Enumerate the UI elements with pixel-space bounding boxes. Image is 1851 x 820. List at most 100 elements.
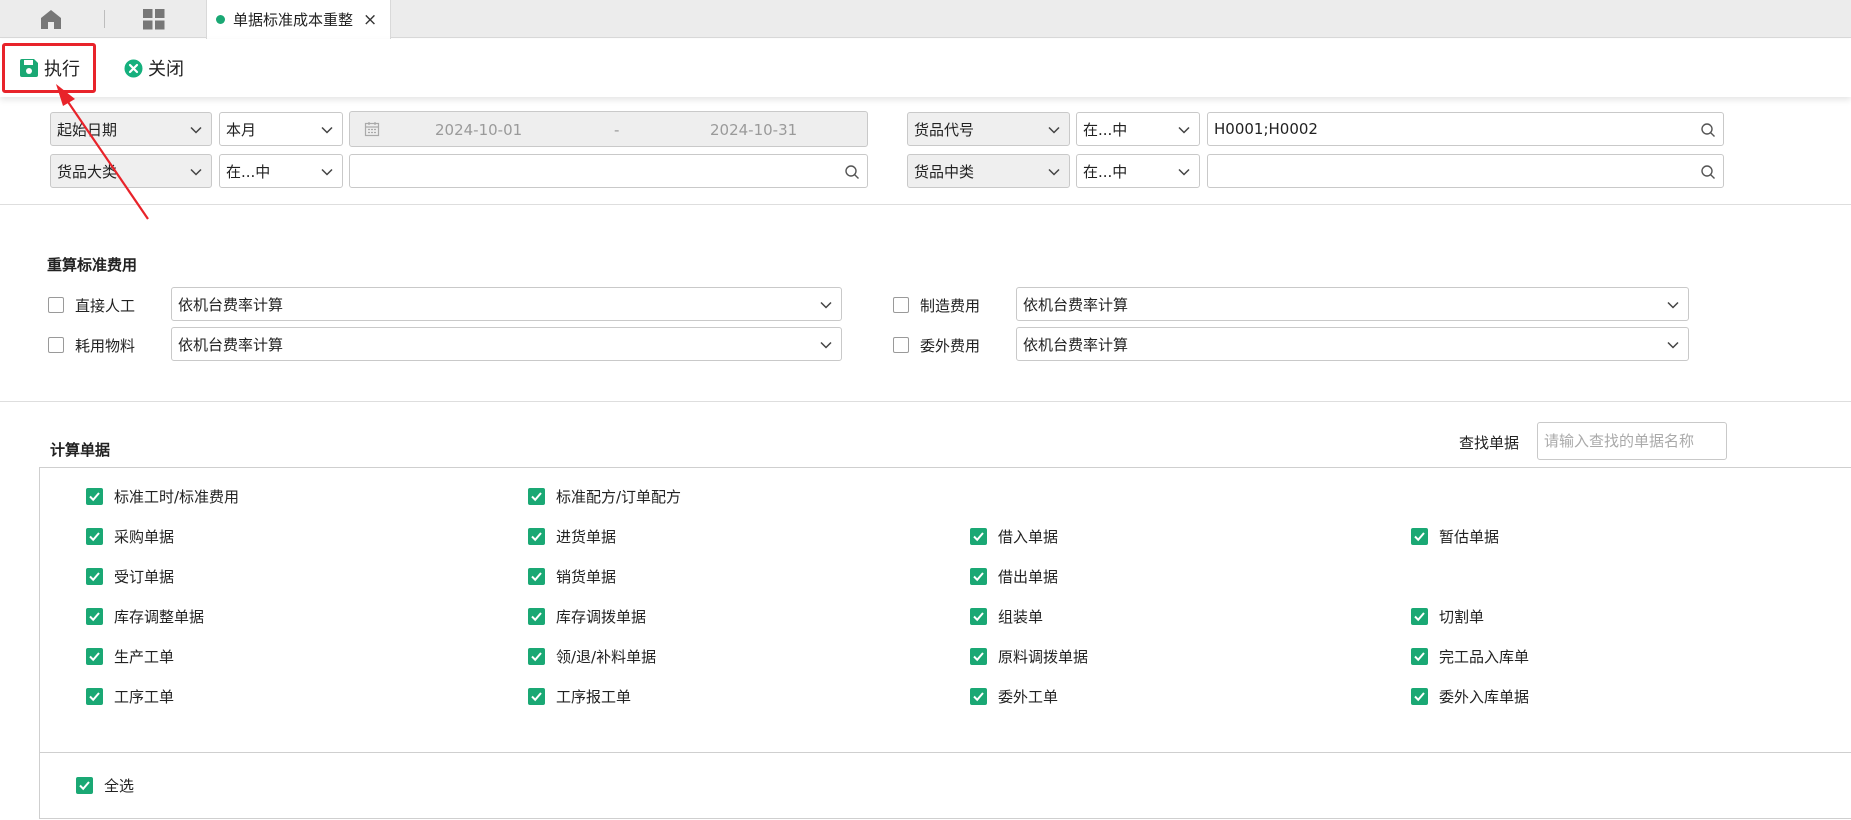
execute-button[interactable]: 执行 [2,43,96,93]
search-icon[interactable] [1700,164,1716,180]
checkbox-select-all[interactable] [76,777,93,794]
date-range-input[interactable]: 2024-10-01 - 2024-10-31 [349,111,868,147]
manufacturing-cost-method-select[interactable]: 依机台费率计算 [1016,287,1689,321]
doc-label: 标准配方/订单配方 [556,488,682,506]
select-all-label: 全选 [104,777,135,795]
checkmark-icon [89,572,100,582]
doc-checkbox[interactable] [528,648,545,665]
outsource-cost-method: 依机台费率计算 [1023,335,1129,354]
doc-label: 借入单据 [998,528,1059,546]
subcategory-input[interactable] [1207,154,1724,188]
manufacturing-cost-method: 依机台费率计算 [1023,295,1129,314]
checkmark-icon [89,612,100,622]
doc-search-input[interactable] [1537,422,1727,460]
checkmark-icon [531,532,542,542]
subcategory-op-value: 在...中 [1083,162,1128,181]
doc-checkbox[interactable] [86,528,103,545]
chevron-down-icon [1178,168,1190,176]
doc-checkbox[interactable] [970,648,987,665]
search-icon[interactable] [844,164,860,180]
doc-checkbox[interactable] [1411,648,1428,665]
product-code-value: H0001;H0002 [1214,120,1318,138]
doc-checkbox[interactable] [528,528,545,545]
checkbox-direct-labor[interactable] [48,297,64,313]
docs-panel-divider [39,752,1851,753]
doc-checkbox[interactable] [1411,608,1428,625]
doc-label: 进货单据 [556,528,617,546]
chevron-down-icon [1178,126,1190,134]
product-op-value: 在...中 [1083,120,1128,139]
doc-checkbox[interactable] [1411,688,1428,705]
doc-search-label: 查找单据 [1459,434,1520,452]
close-button[interactable]: 关闭 [124,53,184,83]
doc-checkbox[interactable] [528,608,545,625]
doc-checkbox[interactable] [86,688,103,705]
doc-label: 工序报工单 [556,688,632,706]
date-field-value: 起始日期 [57,120,118,139]
direct-labor-method-select[interactable]: 依机台费率计算 [171,287,842,321]
tab-close-icon[interactable]: × [363,10,377,30]
apps-grid-icon[interactable] [142,8,166,30]
chevron-down-icon [190,126,202,134]
checkmark-icon [531,612,542,622]
outsource-cost-method-select[interactable]: 依机台费率计算 [1016,327,1689,361]
manufacturing-cost-label: 制造费用 [920,297,981,315]
execute-label: 执行 [44,59,80,80]
date-field-select[interactable]: 起始日期 [50,112,212,146]
category-input[interactable] [349,154,868,188]
checkmark-icon [89,492,100,502]
checkbox-outsource-cost[interactable] [893,337,909,353]
checkbox-manufacturing-cost[interactable] [893,297,909,313]
doc-checkbox[interactable] [1411,528,1428,545]
consumables-method-select[interactable]: 依机台费率计算 [171,327,842,361]
close-circle-icon [124,59,143,77]
date-period-value: 本月 [226,120,257,139]
checkmark-icon [89,692,100,702]
doc-checkbox[interactable] [528,568,545,585]
doc-label: 暂估单据 [1439,528,1500,546]
search-icon[interactable] [1700,122,1716,138]
checkmark-icon [1414,652,1425,662]
checkmark-icon [973,612,984,622]
product-field-select[interactable]: 货品代号 [907,112,1070,146]
checkmark-icon [973,572,984,582]
category-op-select[interactable]: 在...中 [219,154,343,188]
doc-checkbox[interactable] [86,648,103,665]
doc-label: 工序工单 [114,688,175,706]
checkbox-consumables[interactable] [48,337,64,353]
chevron-down-icon [1048,126,1060,134]
recalc-title: 重算标准费用 [47,256,138,274]
doc-label: 领/退/补料单据 [556,648,657,666]
checkmark-icon [1414,612,1425,622]
doc-checkbox[interactable] [970,568,987,585]
section-divider [0,204,1851,205]
category-field-select[interactable]: 货品大类 [50,154,212,188]
doc-label: 委外入库单据 [1439,688,1530,706]
chevron-down-icon [820,341,832,349]
date-period-select[interactable]: 本月 [219,112,343,146]
doc-label: 借出单据 [998,568,1059,586]
doc-checkbox[interactable] [86,568,103,585]
save-icon [20,59,38,77]
doc-checkbox[interactable] [970,608,987,625]
checkmark-icon [973,692,984,702]
checkmark-icon [79,781,90,791]
subcategory-op-select[interactable]: 在...中 [1076,154,1200,188]
home-icon[interactable] [38,7,64,31]
doc-checkbox[interactable] [86,488,103,505]
product-op-select[interactable]: 在...中 [1076,112,1200,146]
doc-checkbox[interactable] [970,528,987,545]
doc-label: 切割单 [1439,608,1485,626]
doc-checkbox[interactable] [970,688,987,705]
doc-checkbox[interactable] [86,608,103,625]
toolbar: 执行 关闭 [0,39,1851,97]
product-code-input[interactable]: H0001;H0002 [1207,112,1724,146]
checkmark-icon [89,532,100,542]
doc-label: 生产工单 [114,648,175,666]
doc-checkbox[interactable] [528,688,545,705]
subcategory-field-select[interactable]: 货品中类 [907,154,1070,188]
outsource-cost-label: 委外费用 [920,337,981,355]
doc-checkbox[interactable] [528,488,545,505]
checkmark-icon [1414,532,1425,542]
tab-cost-rebuild[interactable]: 单据标准成本重整 × [206,0,391,39]
